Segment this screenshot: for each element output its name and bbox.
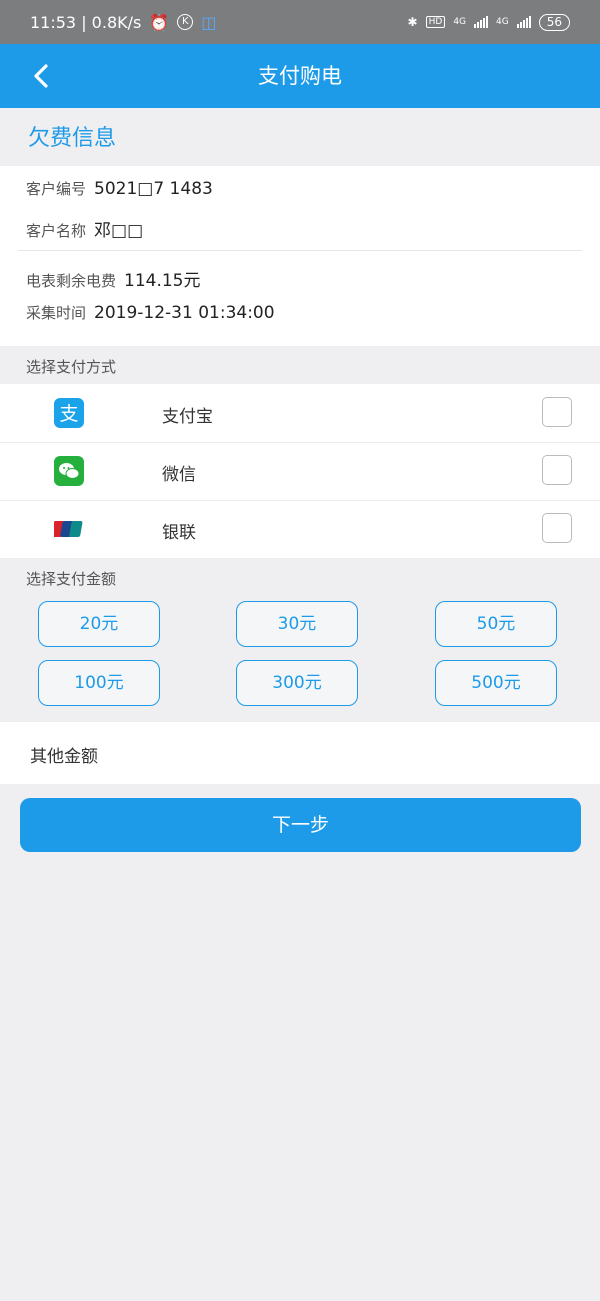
amount-button-50[interactable]: 50元 bbox=[435, 601, 557, 647]
alarm-icon: ⏰ bbox=[149, 12, 170, 32]
alipay-label: 支付宝 bbox=[162, 407, 213, 427]
battery-icon: 56 bbox=[538, 13, 570, 31]
svg-text:支: 支 bbox=[59, 403, 78, 425]
amount-button-500[interactable]: 500元 bbox=[435, 660, 557, 706]
payment-option-unionpay[interactable]: 银联 bbox=[0, 500, 600, 558]
amount-label: 选择支付金额 bbox=[26, 570, 117, 588]
unionpay-icon bbox=[51, 514, 84, 544]
status-time: 11:53 | 0.8K/s bbox=[30, 12, 142, 32]
amount-header: 选择支付金额 bbox=[0, 558, 600, 596]
customer-name-value: 邓□□ bbox=[94, 221, 144, 241]
amount-button-20[interactable]: 20元 bbox=[38, 601, 160, 647]
collect-time-value: 2019-12-31 01:34:00 bbox=[94, 303, 275, 323]
other-amount-label: 其他金额 bbox=[30, 747, 98, 767]
balance-row: 电表剩余电费 114.15元 bbox=[26, 266, 201, 291]
amount-options: 20元 30元 50元 100元 300元 500元 bbox=[0, 596, 600, 722]
notification-icon: ◫ bbox=[201, 12, 217, 32]
customer-id-value: 5021□7 1483 bbox=[94, 179, 213, 199]
payment-method-header: 选择支付方式 bbox=[0, 346, 600, 384]
hd-badge: HD bbox=[425, 16, 446, 28]
arrears-section-header: 欠费信息 bbox=[0, 108, 600, 166]
collect-time-label: 采集时间 bbox=[26, 304, 87, 322]
payment-method-list: 支 支付宝 微信 银联 bbox=[0, 384, 600, 558]
balance-value: 114.15元 bbox=[124, 271, 201, 291]
arrears-heading: 欠费信息 bbox=[28, 126, 117, 151]
amount-button-30[interactable]: 30元 bbox=[236, 601, 358, 647]
payment-method-label: 选择支付方式 bbox=[26, 358, 117, 376]
customer-name-row: 客户名称 邓□□ bbox=[26, 216, 143, 241]
unionpay-label: 银联 bbox=[162, 523, 196, 543]
amount-button-300[interactable]: 300元 bbox=[236, 660, 358, 706]
wechat-checkbox[interactable] bbox=[542, 455, 572, 485]
customer-name-label: 客户名称 bbox=[26, 222, 87, 240]
collect-time-row: 采集时间 2019-12-31 01:34:00 bbox=[26, 302, 275, 323]
payment-option-wechat[interactable]: 微信 bbox=[0, 442, 600, 501]
network-2-label: 4G bbox=[496, 17, 509, 27]
title-bar: 支付购电 bbox=[0, 44, 600, 108]
page-title: 支付购电 bbox=[258, 64, 342, 88]
alipay-icon: 支 bbox=[54, 398, 84, 428]
customer-id-label: 客户编号 bbox=[26, 180, 87, 198]
wechat-icon bbox=[54, 456, 84, 486]
signal-1-icon bbox=[474, 16, 489, 28]
balance-label: 电表剩余电费 bbox=[26, 272, 117, 290]
status-bar-right: ✱ HD 4G 4G 56 bbox=[407, 13, 570, 31]
status-bar-left: 11:53 | 0.8K/s ⏰ K ◫ bbox=[30, 13, 216, 32]
status-bar: 11:53 | 0.8K/s ⏰ K ◫ ✱ HD 4G 4G 56 bbox=[0, 0, 600, 44]
amount-button-100[interactable]: 100元 bbox=[38, 660, 160, 706]
payment-option-alipay[interactable]: 支 支付宝 bbox=[0, 384, 600, 443]
other-amount-field[interactable]: 其他金额 bbox=[0, 722, 600, 784]
customer-id-row: 客户编号 5021□7 1483 bbox=[26, 178, 213, 199]
unionpay-checkbox[interactable] bbox=[542, 513, 572, 543]
customer-info-card: 客户编号 5021□7 1483 客户名称 邓□□ 电表剩余电费 114.15元 采集… bbox=[0, 166, 600, 346]
k-app-icon: K bbox=[177, 14, 194, 30]
next-button[interactable]: 下一步 bbox=[20, 798, 581, 852]
signal-2-icon bbox=[516, 16, 531, 28]
bluetooth-icon: ✱ bbox=[407, 15, 418, 29]
alipay-checkbox[interactable] bbox=[542, 397, 572, 427]
info-divider bbox=[18, 250, 582, 251]
wechat-label: 微信 bbox=[162, 465, 196, 485]
network-1-label: 4G bbox=[453, 17, 467, 27]
